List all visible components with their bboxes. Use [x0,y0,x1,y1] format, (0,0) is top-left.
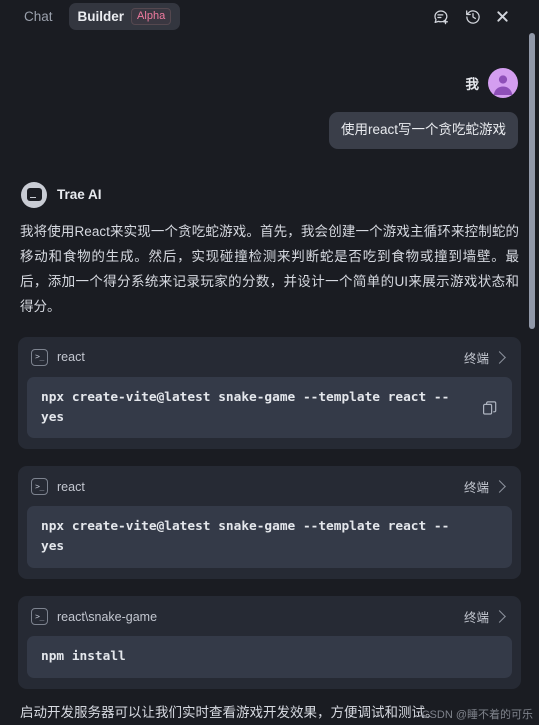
user-message-bubble: 使用react写一个贪吃蛇游戏 [328,112,518,149]
code-card: >_ react 终端 npx create-vite@latest snake… [18,466,521,580]
code-lang-label: react [57,350,85,365]
code-text: npx create-vite@latest snake-game --temp… [41,389,450,425]
code-card-header: >_ react\snake-game 终端 [27,605,512,628]
terminal-action-label[interactable]: 终端 [464,477,489,496]
trae-logo-icon [21,181,47,208]
code-card: >_ react 终端 npx create-vite@latest snake… [18,336,521,450]
assistant-name: Trae AI [57,187,102,203]
new-chat-icon[interactable] [432,8,450,26]
history-icon[interactable] [464,8,482,26]
tab-chat-label: Chat [24,9,53,24]
code-text: npm install [41,649,126,665]
tab-builder-label: Builder [77,8,125,24]
assistant-paragraph-2: 启动开发服务器可以让我们实时查看游戏开发效果，方便调试和测试。 [20,704,439,720]
conversation-scroll-area[interactable]: 我 使用react写一个贪吃蛇游戏 Trae AI 我将使用React来实现一个… [0,33,539,725]
code-body[interactable]: npx create-vite@latest snake-game --temp… [27,506,512,569]
tab-builder[interactable]: Builder Alpha [68,2,181,31]
assistant-paragraph-1: 我将使用React来实现一个贪吃蛇游戏。首先，我会创建一个游戏主循环来控制蛇的移… [20,223,519,314]
chevron-right-icon[interactable] [493,350,506,364]
terminal-action-label[interactable]: 终端 [464,607,489,626]
terminal-icon: >_ [31,348,48,366]
top-bar: Chat Builder Alpha [0,0,539,33]
code-card-header: >_ react 终端 [27,346,512,369]
copy-icon[interactable] [482,400,498,416]
tab-chat[interactable]: Chat [14,4,63,29]
terminal-icon: >_ [31,608,48,626]
user-message-row: 使用react写一个贪吃蛇游戏 [18,112,521,149]
terminal-icon: >_ [31,478,48,496]
alpha-badge: Alpha [131,7,172,26]
close-icon[interactable] [496,10,509,23]
code-text: npx create-vite@latest snake-game --temp… [41,519,450,555]
code-card-header: >_ react 终端 [27,475,512,498]
user-name: 我 [465,77,480,92]
person-icon [493,75,513,95]
chevron-right-icon[interactable] [493,480,506,494]
code-lang-label: react [57,479,85,494]
code-card: >_ react\snake-game 终端 npm install [18,596,521,689]
header-actions [432,8,509,26]
code-body[interactable]: npm install [27,636,512,678]
terminal-action-label[interactable]: 终端 [464,348,489,367]
code-body[interactable]: npx create-vite@latest snake-game --temp… [27,376,512,439]
avatar [488,68,518,98]
user-header: 我 [18,68,521,98]
code-lang-label: react\snake-game [57,609,158,624]
assistant-header: Trae AI [18,181,521,208]
chevron-right-icon[interactable] [493,610,506,623]
